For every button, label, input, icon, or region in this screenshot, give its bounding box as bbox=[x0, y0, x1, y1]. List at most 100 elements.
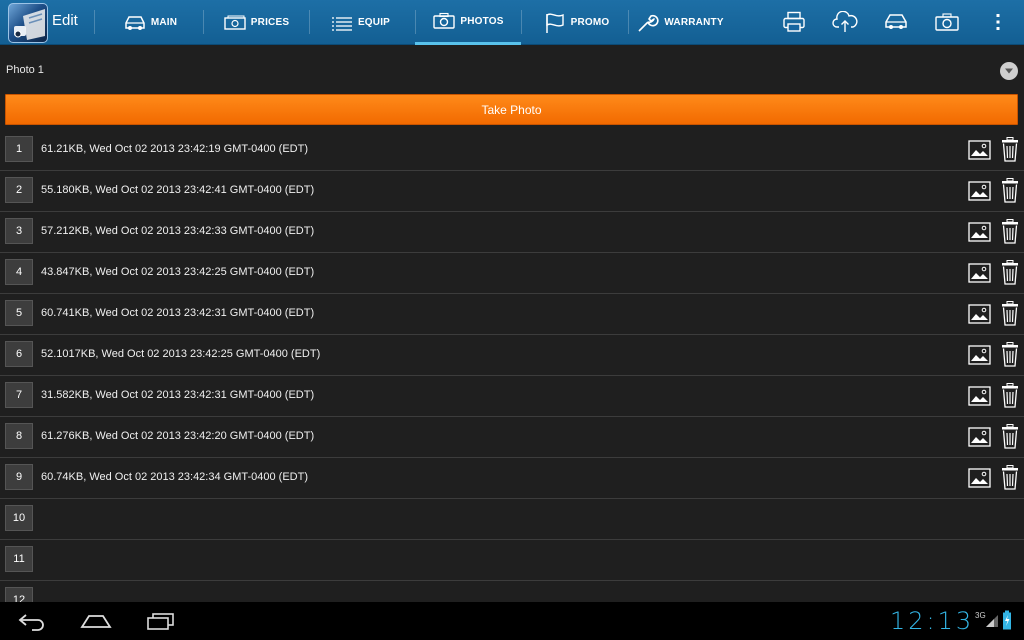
view-photo-button[interactable] bbox=[968, 222, 991, 242]
delete-photo-button[interactable] bbox=[1000, 137, 1020, 162]
photo-selector-dropdown[interactable] bbox=[1000, 62, 1018, 80]
view-photo-button[interactable] bbox=[968, 181, 991, 201]
list-item: 2 55.180KB, Wed Oct 02 2013 23:42:41 GMT… bbox=[0, 171, 1024, 212]
upload-button[interactable] bbox=[831, 9, 859, 35]
delete-photo-button[interactable] bbox=[1000, 260, 1020, 285]
tab-main[interactable]: MAIN bbox=[110, 0, 190, 45]
tab-promo[interactable]: PROMO bbox=[536, 0, 616, 45]
trash-icon bbox=[1002, 301, 1018, 326]
tab-divider bbox=[521, 10, 522, 34]
photo-number: 4 bbox=[5, 259, 33, 285]
view-photo-button[interactable] bbox=[968, 345, 991, 365]
delete-photo-button[interactable] bbox=[1000, 383, 1020, 408]
overflow-menu-button[interactable] bbox=[984, 9, 1012, 35]
home-button[interactable] bbox=[79, 609, 113, 633]
print-icon bbox=[783, 11, 805, 32]
image-icon bbox=[968, 304, 991, 324]
chevron-down-icon bbox=[1005, 68, 1013, 74]
photo-number: 5 bbox=[5, 300, 33, 326]
photo-number: 7 bbox=[5, 382, 33, 408]
tab-warranty[interactable]: WARRANTY bbox=[636, 0, 724, 45]
photo-number: 11 bbox=[5, 546, 33, 572]
delete-photo-button[interactable] bbox=[1000, 178, 1020, 203]
photo-info: 31.582KB, Wed Oct 02 2013 23:42:31 GMT-0… bbox=[41, 389, 315, 401]
photo-number: 3 bbox=[5, 218, 33, 244]
wrench-icon bbox=[638, 14, 659, 32]
trash-icon bbox=[1002, 383, 1018, 408]
delete-photo-button[interactable] bbox=[1000, 342, 1020, 367]
list-item: 11 bbox=[0, 540, 1024, 581]
app-logo-icon[interactable] bbox=[8, 3, 48, 43]
list-item: 12 bbox=[0, 581, 1024, 602]
list-item: 7 31.582KB, Wed Oct 02 2013 23:42:31 GMT… bbox=[0, 376, 1024, 417]
tab-prices[interactable]: PRICES bbox=[212, 0, 300, 45]
vehicle-button[interactable] bbox=[882, 9, 910, 35]
photo-number: 8 bbox=[5, 423, 33, 449]
tab-equip-label: EQUIP bbox=[357, 17, 391, 28]
tab-divider bbox=[203, 10, 204, 34]
trash-icon bbox=[1002, 424, 1018, 449]
photo-info: 61.276KB, Wed Oct 02 2013 23:42:20 GMT-0… bbox=[41, 430, 315, 442]
take-photo-button[interactable]: Take Photo bbox=[5, 94, 1018, 125]
recent-apps-icon bbox=[147, 613, 174, 630]
delete-photo-button[interactable] bbox=[1000, 465, 1020, 490]
list-icon bbox=[331, 16, 352, 31]
tab-divider bbox=[628, 10, 629, 34]
photo-number: 9 bbox=[5, 464, 33, 490]
clock: 12:13 bbox=[890, 607, 975, 635]
tab-equip[interactable]: EQUIP bbox=[318, 0, 402, 45]
view-photo-button[interactable] bbox=[968, 427, 991, 447]
image-icon bbox=[968, 140, 991, 160]
image-icon bbox=[968, 345, 991, 365]
signal-icon bbox=[986, 615, 998, 627]
back-icon bbox=[18, 614, 44, 631]
view-photo-button[interactable] bbox=[968, 140, 991, 160]
trash-icon bbox=[1002, 137, 1018, 162]
trash-icon bbox=[1002, 219, 1018, 244]
view-photo-button[interactable] bbox=[968, 263, 991, 283]
flag-icon bbox=[545, 12, 564, 33]
delete-photo-button[interactable] bbox=[1000, 301, 1020, 326]
view-photo-button[interactable] bbox=[968, 304, 991, 324]
image-icon bbox=[968, 427, 991, 447]
view-photo-button[interactable] bbox=[968, 386, 991, 406]
photos-panel: Photo 1 Take Photo 1 61.21KB, Wed Oct 02… bbox=[0, 45, 1024, 602]
photo-info: 52.1017KB, Wed Oct 02 2013 23:42:25 GMT-… bbox=[41, 348, 321, 360]
action-bar: Edit MAIN PRICES EQUIP PHOTOS PROMO WARR… bbox=[0, 0, 1024, 45]
photo-number: 10 bbox=[5, 505, 33, 531]
back-button[interactable] bbox=[15, 609, 49, 633]
camera-button[interactable] bbox=[933, 9, 961, 35]
delete-photo-button[interactable] bbox=[1000, 424, 1020, 449]
photo-number: 1 bbox=[5, 136, 33, 162]
tab-photos-label: PHOTOS bbox=[460, 15, 504, 27]
photo-info: 60.741KB, Wed Oct 02 2013 23:42:31 GMT-0… bbox=[41, 307, 315, 319]
camera-icon bbox=[433, 12, 456, 29]
photo-info: 60.74KB, Wed Oct 02 2013 23:42:34 GMT-04… bbox=[41, 471, 308, 483]
battery-icon bbox=[1003, 610, 1011, 630]
car-icon bbox=[885, 14, 907, 29]
recent-apps-button[interactable] bbox=[143, 609, 177, 633]
home-icon bbox=[80, 615, 112, 628]
image-icon bbox=[968, 181, 991, 201]
view-photo-button[interactable] bbox=[968, 468, 991, 488]
list-item: 9 60.74KB, Wed Oct 02 2013 23:42:34 GMT-… bbox=[0, 458, 1024, 499]
trash-icon bbox=[1002, 178, 1018, 203]
tab-promo-label: PROMO bbox=[570, 17, 610, 28]
photo-info: 61.21KB, Wed Oct 02 2013 23:42:19 GMT-04… bbox=[41, 143, 308, 155]
list-item: 3 57.212KB, Wed Oct 02 2013 23:42:33 GMT… bbox=[0, 212, 1024, 253]
money-icon bbox=[224, 15, 246, 30]
list-item: 8 61.276KB, Wed Oct 02 2013 23:42:20 GMT… bbox=[0, 417, 1024, 458]
photo-info: 55.180KB, Wed Oct 02 2013 23:42:41 GMT-0… bbox=[41, 184, 315, 196]
list-item: 10 bbox=[0, 499, 1024, 540]
app-title: Edit bbox=[52, 12, 78, 29]
list-item: 1 61.21KB, Wed Oct 02 2013 23:42:19 GMT-… bbox=[0, 130, 1024, 171]
overflow-menu-icon bbox=[996, 14, 1000, 30]
tab-photos[interactable]: PHOTOS bbox=[415, 0, 521, 45]
delete-photo-button[interactable] bbox=[1000, 219, 1020, 244]
image-icon bbox=[968, 263, 991, 283]
tab-divider bbox=[309, 10, 310, 34]
photo-info: 43.847KB, Wed Oct 02 2013 23:42:25 GMT-0… bbox=[41, 266, 315, 278]
photo-list: 1 61.21KB, Wed Oct 02 2013 23:42:19 GMT-… bbox=[0, 130, 1024, 602]
trash-icon bbox=[1002, 342, 1018, 367]
print-button[interactable] bbox=[780, 9, 808, 35]
